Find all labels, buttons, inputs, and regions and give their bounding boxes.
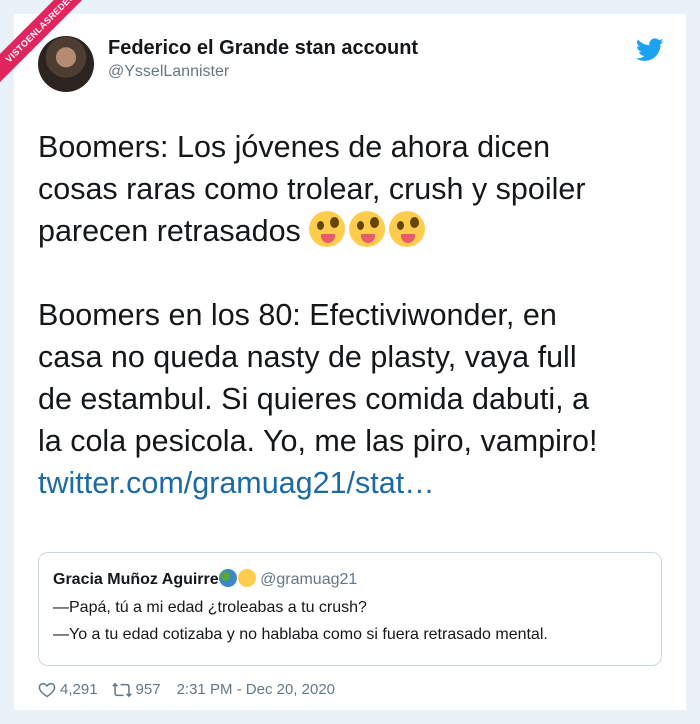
tweet-link[interactable]: twitter.com/gramuag21/stat… <box>38 462 668 504</box>
tweet-line: la cola pesicola. Yo, me las piro, vampi… <box>38 424 598 458</box>
tweet-stats: 4,291 957 2:31 PM - Dec 20, 2020 <box>38 681 335 698</box>
author-name[interactable]: Federico el Grande stan account <box>108 37 418 60</box>
quoted-tweet[interactable]: Gracia Muñoz Aguirre @gramuag21 —Papá, t… <box>38 552 662 666</box>
tweet-line: casa no queda nasty de plasty, vaya full <box>38 340 577 374</box>
zany-face-emoji-icon <box>349 211 386 247</box>
quoted-text-line: —Yo a tu edad cotizaba y no hablaba como… <box>53 626 548 643</box>
quoted-header: Gracia Muñoz Aguirre @gramuag21 <box>53 569 357 589</box>
tweet-line-text: parecen retrasados <box>38 214 301 248</box>
tweet-body: Boomers: Los jóvenes de ahora dicen cosa… <box>38 126 668 504</box>
like-count: 4,291 <box>60 681 98 698</box>
quoted-text-line: —Papá, tú a mi edad ¿troleabas a tu crus… <box>53 599 367 616</box>
sad-face-emoji-icon <box>237 569 256 587</box>
tweet-line: de estambul. Si quieres comida dabuti, a <box>38 382 590 416</box>
timestamp[interactable]: 2:31 PM - Dec 20, 2020 <box>177 681 335 698</box>
tweet-line-with-emoji: parecen retrasados <box>38 210 668 252</box>
tweet-line: Boomers: Los jóvenes de ahora dicen <box>38 130 551 164</box>
zany-face-emoji-icon <box>389 211 426 247</box>
globe-emoji-icon <box>218 569 237 587</box>
retweet-count: 957 <box>135 681 161 698</box>
tweet-spacer <box>38 252 668 294</box>
quoted-author-handle[interactable]: @gramuag21 <box>260 571 357 588</box>
quoted-author-name[interactable]: Gracia Muñoz Aguirre <box>53 571 219 588</box>
twitter-bird-icon[interactable] <box>636 38 664 62</box>
author-handle[interactable]: @YsselLannister <box>108 63 229 81</box>
avatar[interactable] <box>38 36 94 92</box>
tweet-line: cosas raras como trolear, crush y spoile… <box>38 172 586 206</box>
retweet-icon[interactable] <box>111 682 132 698</box>
zany-face-emoji-icon <box>309 211 346 247</box>
heart-icon[interactable] <box>38 682 56 698</box>
tweet-line: Boomers en los 80: Efectiviwonder, en <box>38 298 557 332</box>
